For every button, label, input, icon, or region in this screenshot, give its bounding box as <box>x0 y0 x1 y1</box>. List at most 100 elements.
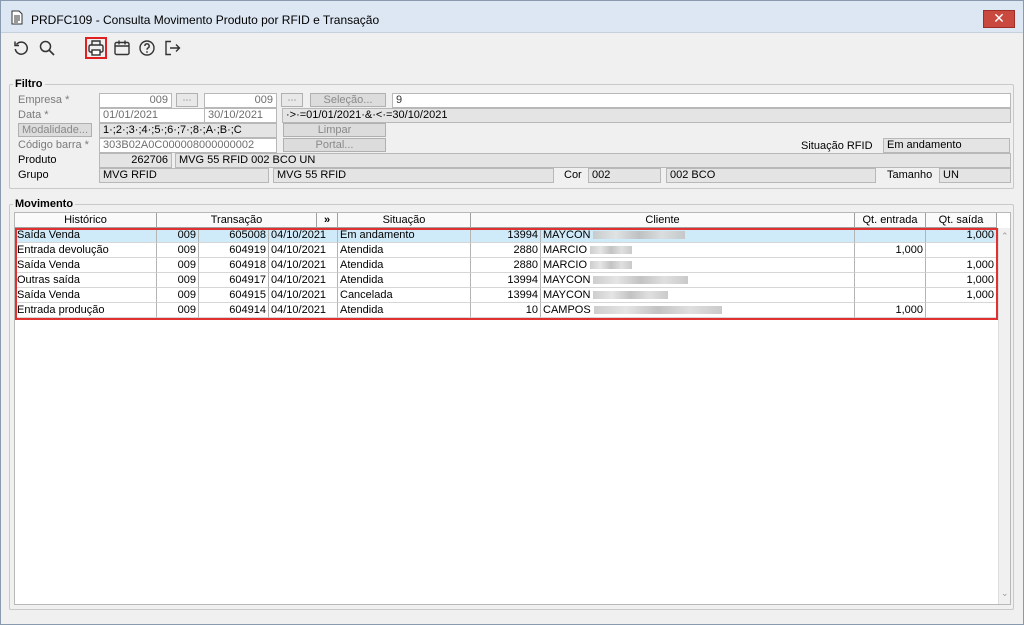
codigo-barra-label: Código barra * <box>18 139 89 151</box>
col-historico[interactable]: Histórico <box>15 213 157 228</box>
cell-text: Atendida <box>340 259 384 271</box>
cell-text: 04/10/2021 <box>271 244 327 256</box>
cell-text: 604917 <box>229 274 266 286</box>
cell-text: MARCIO <box>543 259 587 271</box>
produto-code-field: 262706 <box>99 153 172 168</box>
tamanho-field: UN <box>939 168 1011 183</box>
cell-emp: 009 <box>157 243 199 258</box>
table-row[interactable]: Entrada produção 009 604914 04/10/2021 Atend… <box>15 303 997 318</box>
grupo-label: Grupo <box>18 169 49 181</box>
cell-text: Atendida <box>340 274 384 286</box>
search-button[interactable] <box>36 37 58 59</box>
redacted-name <box>590 246 632 255</box>
calendar-button[interactable] <box>111 37 133 59</box>
cell-text: Outras saída <box>17 274 80 286</box>
cell-text: 604918 <box>229 259 266 271</box>
data-to-input[interactable]: 30/10/2021 <box>204 108 277 123</box>
close-button[interactable]: ✕ <box>983 10 1015 28</box>
cell-text: MAYCON <box>543 274 591 286</box>
cell-text: 009 <box>177 304 196 316</box>
cell-text: Cancelada <box>340 289 393 301</box>
table-row[interactable]: Saída Venda 009 604915 04/10/2021 Cancelada 1… <box>15 288 997 303</box>
cell-historico: Entrada devolução <box>15 243 157 258</box>
cell-data: 04/10/2021 <box>269 288 338 303</box>
cell-data: 04/10/2021 <box>269 258 338 273</box>
cell-cli-nome: MARCIO <box>541 258 855 273</box>
redacted-name <box>593 231 686 240</box>
cell-text: 2880 <box>513 244 538 256</box>
table-row[interactable]: Entrada devolução 009 604919 04/10/2021 Aten… <box>15 243 997 258</box>
cell-text: Atendida <box>340 304 384 316</box>
cell-emp: 009 <box>157 258 199 273</box>
cell-cli-cod: 13994 <box>471 273 541 288</box>
movimento-table: Histórico Transação » Situação Cliente Q… <box>14 212 1011 605</box>
empresa-to-picker[interactable]: ⋯ <box>281 93 303 107</box>
cell-text: 1,000 <box>895 244 923 256</box>
cell-cli-cod: 10 <box>471 303 541 318</box>
grupo-code-field: MVG RFID <box>99 168 269 183</box>
scroll-down-icon[interactable]: ⌄ <box>1001 588 1009 599</box>
cell-data: 04/10/2021 <box>269 303 338 318</box>
table-row[interactable]: Outras saída 009 604917 04/10/2021 Atendida 1… <box>15 273 997 288</box>
empresa-to-input[interactable]: 009 <box>204 93 277 108</box>
print-button[interactable] <box>85 37 107 59</box>
selecao-field[interactable]: 9 <box>392 93 1011 108</box>
portal-button[interactable]: Portal... <box>283 138 386 152</box>
col-expand-button[interactable]: » <box>317 213 338 228</box>
cell-situacao: Em andamento <box>338 228 471 243</box>
redacted-name <box>593 306 722 315</box>
col-situacao[interactable]: Situação <box>338 213 471 228</box>
cell-qt-saida: 1,000 <box>926 288 997 303</box>
col-cliente[interactable]: Cliente <box>471 213 855 228</box>
cell-qt-saida: 1,000 <box>926 273 997 288</box>
empresa-from-picker[interactable]: ⋯ <box>176 93 198 107</box>
tamanho-label: Tamanho <box>887 169 933 181</box>
scroll-up-icon[interactable]: ⌃ <box>1001 231 1009 242</box>
cell-data: 04/10/2021 <box>269 273 338 288</box>
vertical-scrollbar[interactable]: ⌃ ⌄ <box>998 228 1010 604</box>
codigo-barra-input[interactable]: 303B02A0C000008000000002 <box>99 138 277 153</box>
selecao-button[interactable]: Seleção... <box>310 93 386 107</box>
cell-text: 13994 <box>507 289 538 301</box>
table-row[interactable]: Saída Venda 009 605008 04/10/2021 Em andamen… <box>15 228 997 243</box>
modalidade-button[interactable]: Modalidade... <box>18 123 92 137</box>
cell-text: 13994 <box>507 274 538 286</box>
cell-text: CAMPOS <box>543 304 591 316</box>
calendar-icon <box>114 40 130 56</box>
col-transacao[interactable]: Transação <box>157 213 317 228</box>
cell-num: 604914 <box>199 303 269 318</box>
cell-situacao: Atendida <box>338 243 471 258</box>
refresh-button[interactable] <box>10 37 32 59</box>
exit-button[interactable] <box>161 37 183 59</box>
cell-text: 1,000 <box>966 289 994 301</box>
col-qt-saida[interactable]: Qt. saída <box>926 213 997 228</box>
cell-num: 605008 <box>199 228 269 243</box>
cell-text: 604915 <box>229 289 266 301</box>
col-qt-entrada[interactable]: Qt. entrada <box>855 213 926 228</box>
cell-text: MARCIO <box>543 244 587 256</box>
filtro-legend: Filtro <box>15 78 43 90</box>
limpar-button[interactable]: Limpar <box>283 123 386 137</box>
cell-emp: 009 <box>157 303 199 318</box>
toolbar <box>1 34 1023 64</box>
cell-text: MAYCON <box>543 229 591 241</box>
title-bar: PRDFC109 - Consulta Movimento Produto po… <box>1 1 1023 33</box>
cell-text: Em andamento <box>340 229 415 241</box>
window-title: PRDFC109 - Consulta Movimento Produto po… <box>31 13 380 27</box>
picker-icon: ⋯ <box>287 95 297 105</box>
table-row[interactable]: Saída Venda 009 604918 04/10/2021 Atendida 28… <box>15 258 997 273</box>
empresa-from-input[interactable]: 009 <box>99 93 172 108</box>
cell-cli-nome: MAYCON <box>541 273 855 288</box>
cell-situacao: Atendida <box>338 273 471 288</box>
situacao-rfid-field: Em andamento <box>883 138 1010 153</box>
cell-historico: Saída Venda <box>15 288 157 303</box>
empresa-label: Empresa * <box>18 94 70 106</box>
exit-icon <box>165 40 181 56</box>
cell-historico: Saída Venda <box>15 258 157 273</box>
help-button[interactable] <box>136 37 158 59</box>
cell-text: 009 <box>177 259 196 271</box>
cell-text: 2880 <box>513 259 538 271</box>
cell-text: 04/10/2021 <box>271 274 327 286</box>
help-icon <box>139 40 155 56</box>
cell-text: Atendida <box>340 244 384 256</box>
